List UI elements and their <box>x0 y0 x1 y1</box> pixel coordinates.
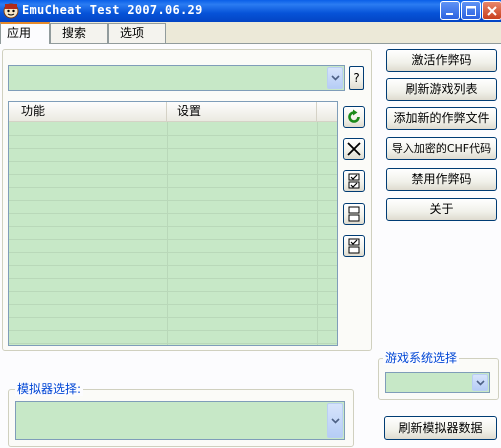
title-bar[interactable]: EmuCheat Test 2007.06.29 <box>0 0 501 22</box>
delete-icon <box>347 142 361 156</box>
tab-options-label: 选项 <box>120 26 145 40</box>
list-gridline <box>9 135 337 136</box>
cheat-list-header: 功能 设置 <box>9 102 337 122</box>
add-cheat-file-button[interactable]: 添加新的作弊文件 <box>386 107 497 130</box>
check-all-button[interactable] <box>343 170 365 192</box>
activate-cheat-label: 激活作弊码 <box>411 53 472 67</box>
emulator-combo-dropdown[interactable] <box>327 403 343 438</box>
refresh-emulator-data-button[interactable]: 刷新模拟器数据 <box>384 416 497 440</box>
uncheck-list-icon <box>348 206 360 222</box>
list-gridline <box>9 200 337 201</box>
game-system-combo-dropdown[interactable] <box>472 374 488 391</box>
close-button[interactable] <box>482 1 501 20</box>
refresh-list-button[interactable] <box>343 106 365 128</box>
column-header-setting[interactable]: 设置 <box>167 102 317 121</box>
list-gridline <box>9 265 337 266</box>
about-button[interactable]: 关于 <box>386 198 497 221</box>
invert-check-button[interactable] <box>343 235 365 257</box>
cheat-list-body[interactable] <box>9 122 337 345</box>
maximize-icon <box>466 6 476 16</box>
uncheck-all-button[interactable] <box>343 203 365 225</box>
tab-apply-label: 应用 <box>7 26 32 40</box>
activate-cheat-button[interactable]: 激活作弊码 <box>386 49 497 72</box>
tab-apply[interactable]: 应用 <box>0 22 50 44</box>
list-gridline <box>9 343 337 344</box>
column-header-setting-label: 设置 <box>177 104 202 118</box>
help-button-label: ? <box>353 71 360 85</box>
maximize-button[interactable] <box>461 1 481 20</box>
chevron-down-icon <box>331 75 340 81</box>
list-column-divider <box>167 122 168 345</box>
refresh-emulator-data-label: 刷新模拟器数据 <box>398 421 483 435</box>
tab-search[interactable]: 搜索 <box>50 23 108 43</box>
delete-button[interactable] <box>343 138 365 160</box>
game-system-caption: 游戏系统选择 <box>383 351 460 365</box>
list-gridline <box>9 239 337 240</box>
column-header-function-label: 功能 <box>21 104 46 118</box>
list-gridline <box>9 226 337 227</box>
disable-cheat-button[interactable]: 禁用作弊码 <box>386 168 497 191</box>
disable-cheat-label: 禁用作弊码 <box>411 172 472 186</box>
app-icon <box>3 3 19 19</box>
list-gridline <box>9 174 337 175</box>
close-icon <box>487 6 497 16</box>
emulator-caption: 模拟器选择: <box>15 382 84 396</box>
cheat-list[interactable]: 功能 设置 <box>8 101 338 346</box>
list-gridline <box>9 317 337 318</box>
list-gridline <box>9 330 337 331</box>
list-gridline <box>9 278 337 279</box>
minimize-button[interactable] <box>440 1 460 20</box>
refresh-game-list-button[interactable]: 刷新游戏列表 <box>386 78 497 101</box>
tab-options[interactable]: 选项 <box>108 23 166 43</box>
invert-check-icon <box>348 238 360 254</box>
list-gridline <box>9 304 337 305</box>
refresh-game-list-label: 刷新游戏列表 <box>405 82 478 96</box>
cheat-file-combo[interactable] <box>8 65 345 91</box>
list-gridline <box>9 291 337 292</box>
add-cheat-file-label: 添加新的作弊文件 <box>393 111 490 125</box>
about-label: 关于 <box>429 202 454 216</box>
list-column-divider <box>317 122 318 345</box>
list-gridline <box>9 213 337 214</box>
list-gridline <box>9 148 337 149</box>
minimize-icon <box>446 13 453 15</box>
column-header-function[interactable]: 功能 <box>9 102 167 121</box>
window-title: EmuCheat Test 2007.06.29 <box>22 3 203 17</box>
tab-strip: 应用 搜索 选项 <box>0 22 501 44</box>
emulator-combo[interactable] <box>15 401 345 440</box>
help-button[interactable]: ? <box>349 66 364 90</box>
list-gridline <box>9 187 337 188</box>
import-chf-label: 导入加密的CHF代码 <box>391 142 492 155</box>
import-chf-button[interactable]: 导入加密的CHF代码 <box>386 137 497 160</box>
list-gridline <box>9 161 337 162</box>
chevron-down-icon <box>331 417 340 424</box>
list-gridline <box>9 252 337 253</box>
check-list-icon <box>348 173 360 189</box>
tab-search-label: 搜索 <box>62 26 87 40</box>
refresh-icon <box>348 109 360 123</box>
cheat-file-combo-dropdown[interactable] <box>327 67 343 89</box>
chevron-down-icon <box>476 379 485 386</box>
game-system-combo[interactable] <box>385 372 490 393</box>
